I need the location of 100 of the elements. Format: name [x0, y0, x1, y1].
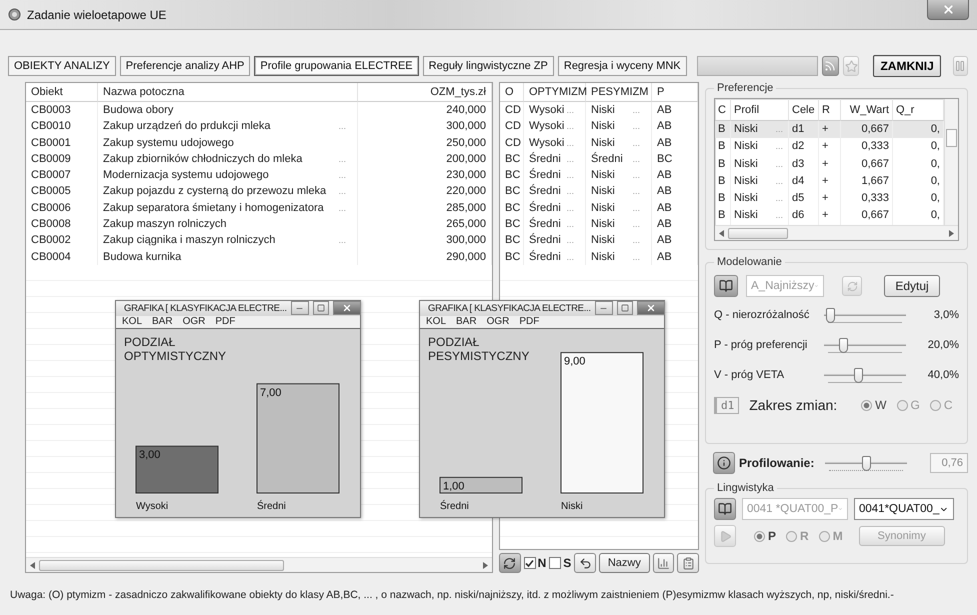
radio-button[interactable] — [930, 400, 941, 410]
table-cell-text: Średni — [529, 183, 561, 200]
table-cell-text: Niski — [591, 119, 615, 134]
ellipsis-button[interactable]: ... — [566, 167, 580, 184]
ellipsis-button[interactable]: ... — [566, 150, 580, 168]
column-header[interactable]: PESYMIZM — [586, 83, 652, 102]
ellipsis-button[interactable]: ... — [566, 183, 580, 200]
ellipsis-button[interactable]: ... — [566, 102, 580, 118]
ellipsis-button[interactable]: ... — [775, 190, 785, 208]
radio-button[interactable] — [896, 400, 908, 410]
slider[interactable] — [825, 453, 907, 473]
ellipsis-button[interactable]: ... — [775, 156, 785, 173]
book-icon[interactable] — [714, 275, 738, 297]
slider-thumb[interactable] — [854, 368, 863, 383]
radio-button[interactable] — [818, 530, 830, 542]
close-button[interactable] — [927, 0, 969, 20]
vertical-scrollbar[interactable] — [944, 99, 958, 225]
ellipsis-button[interactable]: ... — [338, 167, 352, 184]
phrase-select[interactable]: 0041*QUAT00_ — [854, 498, 954, 520]
ellipsis-button[interactable]: ... — [775, 138, 785, 156]
ellipsis-button[interactable]: ... — [338, 183, 352, 200]
tab[interactable]: Preferencje analizy AHP — [120, 56, 250, 76]
refresh-icon[interactable] — [499, 553, 521, 573]
menu-item[interactable]: BAR — [456, 316, 477, 328]
menu-item[interactable]: PDF — [215, 316, 236, 328]
ellipsis-button[interactable]: ... — [632, 150, 646, 168]
column-header[interactable]: OZM_tys.zł — [358, 83, 492, 102]
close-button[interactable] — [332, 301, 361, 315]
pause-icon[interactable] — [952, 56, 968, 76]
slider-thumb[interactable] — [862, 456, 871, 471]
radio-button[interactable] — [786, 530, 798, 542]
feed-icon[interactable] — [822, 56, 839, 76]
radio-button[interactable] — [754, 530, 765, 542]
column-header[interactable]: O — [500, 83, 524, 102]
slider-thumb[interactable] — [826, 308, 836, 323]
names-button[interactable]: Nazwy — [598, 553, 650, 573]
ellipsis-button[interactable]: ... — [566, 232, 580, 249]
undo-icon[interactable] — [574, 553, 596, 573]
bar-chart-icon[interactable] — [652, 553, 674, 573]
checkbox[interactable] — [549, 557, 562, 569]
ellipsis-button[interactable]: ... — [632, 183, 646, 200]
menu-item[interactable]: KOL — [122, 316, 142, 328]
maximize-button[interactable] — [616, 301, 633, 315]
radio-button[interactable] — [861, 400, 872, 410]
maximize-button[interactable] — [312, 301, 329, 315]
ellipsis-button[interactable]: ... — [632, 167, 646, 184]
ellipsis-button[interactable]: ... — [566, 118, 580, 135]
scroll-right-icon[interactable] — [483, 562, 488, 568]
close-button[interactable] — [636, 301, 665, 315]
ellipsis-button[interactable]: ... — [566, 200, 580, 216]
ellipsis-button[interactable]: ... — [338, 232, 352, 249]
column-header[interactable]: OPTYMIZM — [524, 83, 586, 102]
horizontal-scrollbar[interactable] — [26, 557, 492, 572]
info-icon[interactable] — [713, 452, 735, 474]
column-header[interactable]: P — [652, 83, 698, 102]
menu-item[interactable]: KOL — [426, 316, 446, 328]
table-cell: B — [715, 121, 731, 138]
checkbox[interactable] — [524, 557, 536, 569]
close-button[interactable]: ZAMKNIJ — [873, 55, 941, 77]
ellipsis-button[interactable]: ... — [566, 134, 580, 151]
slider[interactable] — [824, 365, 906, 385]
menu-item[interactable]: BAR — [152, 316, 173, 328]
slider[interactable] — [824, 335, 906, 355]
ellipsis-button[interactable]: ... — [632, 248, 646, 265]
ellipsis-button[interactable]: ... — [566, 216, 580, 232]
ellipsis-button[interactable]: ... — [566, 248, 580, 265]
scroll-left-icon[interactable] — [30, 562, 35, 568]
tab[interactable]: OBIEKTY ANALIZY — [8, 56, 116, 76]
minimize-button[interactable] — [594, 301, 613, 315]
slider[interactable] — [824, 305, 906, 325]
menu-item[interactable]: OGR — [486, 316, 510, 328]
table-cell-text: Niski — [591, 200, 615, 216]
ellipsis-button[interactable]: ... — [632, 200, 646, 216]
ellipsis-button[interactable]: ... — [632, 118, 646, 135]
ellipsis-button[interactable]: ... — [632, 216, 646, 232]
clipboard-icon[interactable] — [677, 553, 700, 573]
edit-button[interactable]: Edytuj — [884, 275, 940, 297]
tab[interactable]: Reguły lingwistyczne ZP — [422, 56, 554, 76]
ellipsis-button[interactable]: ... — [775, 121, 785, 138]
ellipsis-button[interactable]: ... — [632, 232, 646, 249]
ellipsis-button[interactable]: ... — [632, 102, 646, 118]
menu-item[interactable]: PDF — [519, 316, 540, 328]
scroll-left-icon[interactable] — [719, 230, 724, 236]
ellipsis-button[interactable]: ... — [338, 118, 352, 135]
ellipsis-button[interactable]: ... — [775, 207, 785, 225]
table-cell: AB — [652, 200, 698, 216]
tab[interactable]: Regresja i wyceny MNK — [558, 56, 687, 76]
ellipsis-button[interactable]: ... — [338, 200, 352, 216]
horizontal-scrollbar[interactable] — [715, 225, 958, 240]
column-header[interactable]: Obiekt — [26, 83, 98, 102]
scroll-right-icon[interactable] — [949, 230, 954, 236]
ellipsis-button[interactable]: ... — [338, 150, 352, 168]
column-header[interactable]: Nazwa potoczna — [98, 83, 358, 102]
ellipsis-button[interactable]: ... — [632, 134, 646, 151]
ellipsis-button[interactable]: ... — [775, 172, 785, 190]
minimize-button[interactable] — [290, 301, 309, 315]
slider-thumb[interactable] — [838, 338, 848, 353]
menu-item[interactable]: OGR — [182, 316, 206, 328]
tab[interactable]: Profile grupowania ELECTREE — [254, 56, 419, 76]
book-icon[interactable] — [714, 498, 736, 520]
